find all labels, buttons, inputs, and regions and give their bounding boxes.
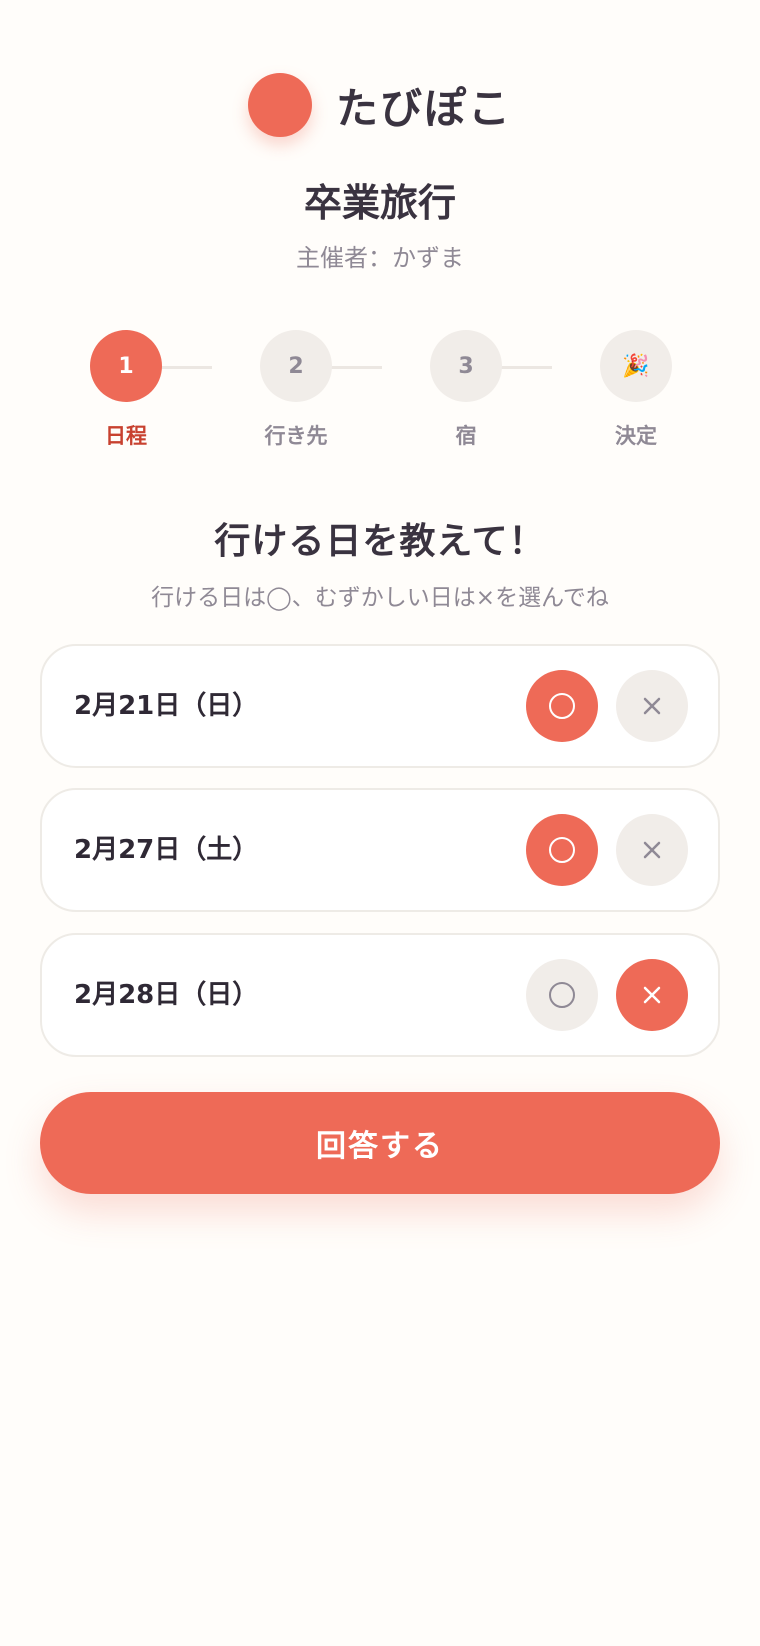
step-label: 決定 xyxy=(615,424,657,448)
step-label: 宿 xyxy=(455,424,477,448)
unavailable-button[interactable] xyxy=(616,670,688,742)
submit-button[interactable]: 回答する xyxy=(40,1092,720,1194)
organizer-text: 主催者：かずま xyxy=(296,244,464,272)
date-label: 2月27日（土） xyxy=(74,835,259,865)
date-option-row: 2月27日（土） xyxy=(40,788,720,912)
date-option-row: 2月28日（日） xyxy=(40,933,720,1057)
step-schedule[interactable]: 1 日程 xyxy=(56,330,196,450)
logo-icon xyxy=(247,73,312,137)
app-header: たびぽこ xyxy=(0,72,760,138)
brand-name: たびぽこ xyxy=(335,83,512,133)
unavailable-button[interactable] xyxy=(616,814,688,886)
party-popper-icon: 🎉 xyxy=(600,330,672,402)
date-option-row: 2月21日（日） xyxy=(40,644,720,768)
step-number: 3 xyxy=(430,330,502,402)
cross-icon xyxy=(643,986,661,1004)
step-progress: 1 日程 2 行き先 3 宿 🎉 決定 xyxy=(0,330,760,450)
cross-icon xyxy=(643,841,661,859)
available-button[interactable] xyxy=(526,959,598,1031)
step-number: 1 xyxy=(90,330,162,402)
step-decision[interactable]: 🎉 決定 xyxy=(566,330,706,450)
step-lodging[interactable]: 3 宿 xyxy=(396,330,536,450)
available-button[interactable] xyxy=(526,814,598,886)
step-label: 行き先 xyxy=(264,424,328,448)
step-number: 2 xyxy=(260,330,332,402)
step-destination[interactable]: 2 行き先 xyxy=(226,330,366,450)
circle-icon xyxy=(549,693,575,719)
circle-icon xyxy=(549,982,575,1008)
circle-icon xyxy=(549,837,575,863)
cross-icon xyxy=(643,697,661,715)
question-title: 行ける日を教えて！ xyxy=(214,521,546,562)
instruction-text: 行ける日は◯、むずかしい日は×を選んでね xyxy=(151,585,609,611)
date-label: 2月21日（日） xyxy=(74,691,259,721)
available-button[interactable] xyxy=(526,670,598,742)
step-label: 日程 xyxy=(105,424,147,448)
unavailable-button[interactable] xyxy=(616,959,688,1031)
date-label: 2月28日（日） xyxy=(74,980,259,1010)
event-title: 卒業旅行 xyxy=(303,181,456,225)
